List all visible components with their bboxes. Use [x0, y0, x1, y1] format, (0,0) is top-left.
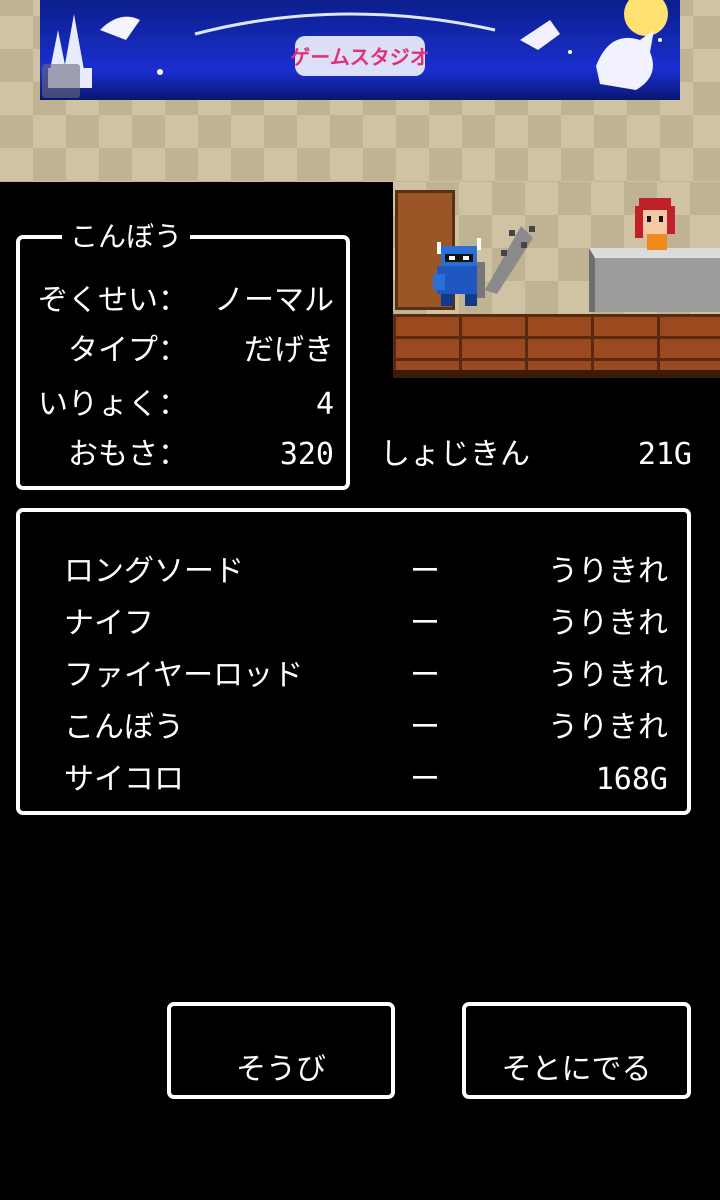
- item-name: こんぼう: [64, 710, 184, 745]
- item-separator: ー: [410, 762, 440, 797]
- attribute-label: ぞくせい：: [38, 283, 188, 318]
- gold-label: しょじきん: [380, 437, 530, 472]
- leave-shop-button-label: そとにでる: [501, 1051, 652, 1087]
- equip-button[interactable]: そうび: [167, 1002, 395, 1099]
- item-name: サイコロ: [64, 762, 184, 797]
- brick-floor: [393, 314, 720, 378]
- club-weapon-sprite: [485, 226, 535, 294]
- list-item[interactable]: サイコロ ー 168G: [20, 758, 680, 802]
- weight-label: おもさ：: [68, 437, 188, 472]
- shopkeeper-sprite: [635, 198, 675, 250]
- status-row-weight: おもさ： 320: [20, 435, 334, 475]
- item-price: うりきれ: [548, 554, 668, 589]
- item-separator: ー: [410, 606, 440, 641]
- list-item[interactable]: ファイヤーロッド ー うりきれ: [20, 654, 680, 698]
- status-row-power: いりょく： 4: [20, 385, 334, 425]
- item-name: ロングソード: [64, 554, 244, 589]
- shop-counter: [589, 248, 720, 312]
- item-separator: ー: [410, 554, 440, 589]
- list-item[interactable]: こんぼう ー うりきれ: [20, 706, 680, 750]
- weapon-status-window: こんぼう ぞくせい： ノーマル タイプ： だげき いりょく： 4 おもさ： 32…: [16, 217, 350, 490]
- item-price: うりきれ: [548, 710, 668, 745]
- weapon-name-title: こんぼう: [62, 217, 191, 257]
- item-separator: ー: [410, 658, 440, 693]
- item-price: うりきれ: [548, 606, 668, 641]
- ad-banner[interactable]: ゲームスタジオ: [40, 0, 680, 100]
- item-price: うりきれ: [548, 658, 668, 693]
- type-value: だげき: [244, 333, 334, 368]
- hero-sprite: [433, 238, 485, 306]
- list-item[interactable]: ロングソード ー うりきれ: [20, 550, 680, 594]
- equip-button-label: そうび: [236, 1051, 326, 1087]
- item-name: ファイヤーロッド: [64, 658, 304, 693]
- attribute-value: ノーマル: [214, 283, 334, 318]
- shop-room-scene: [393, 182, 720, 378]
- item-name: ナイフ: [64, 606, 154, 641]
- weight-value: 320: [279, 437, 334, 472]
- list-item[interactable]: ナイフ ー うりきれ: [20, 602, 680, 646]
- power-label: いりょく：: [38, 387, 188, 422]
- gold-value: 21G: [637, 437, 692, 472]
- shop-item-list: ロングソード ー うりきれ ナイフ ー うりきれ ファイヤーロッド ー うりきれ…: [16, 508, 691, 815]
- type-label: タイプ：: [68, 333, 188, 368]
- power-value: 4: [315, 387, 334, 422]
- item-price: 168G: [595, 762, 668, 797]
- status-row-attribute: ぞくせい： ノーマル: [20, 281, 334, 321]
- item-separator: ー: [410, 710, 440, 745]
- ad-logo-text: ゲームスタジオ: [290, 45, 429, 69]
- leave-shop-button[interactable]: そとにでる: [462, 1002, 691, 1099]
- ad-banner-art: ゲームスタジオ: [42, 0, 668, 98]
- status-row-type: タイプ： だげき: [20, 331, 334, 371]
